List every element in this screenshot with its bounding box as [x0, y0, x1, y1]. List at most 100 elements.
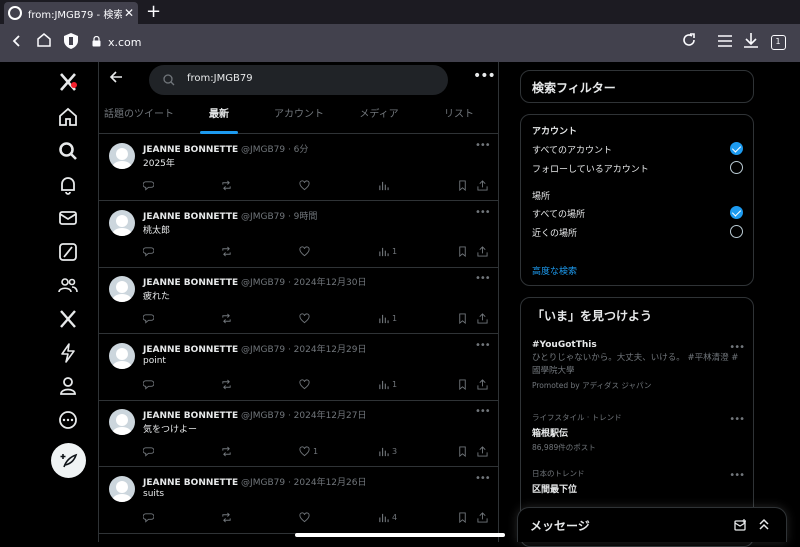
notifications-bell-icon[interactable] — [56, 173, 80, 197]
messages-mail-icon[interactable] — [56, 206, 80, 230]
tab-top[interactable]: 話題のツイート — [99, 98, 179, 133]
author-name[interactable]: JEANNE BONNETTE — [143, 345, 238, 355]
compose-post-button[interactable] — [51, 443, 86, 478]
grok-icon[interactable] — [56, 240, 80, 264]
bookmark-button[interactable] — [457, 445, 468, 457]
tweet-item[interactable]: JEANNE BONNETTE @JMGB79 · 2024年12月27日 気をつ… — [99, 401, 499, 467]
tweet-more-icon[interactable]: ••• — [475, 340, 491, 351]
like-button[interactable] — [299, 512, 310, 524]
following-accounts-label[interactable]: フォローしているアカウント — [532, 162, 649, 175]
explore-search-icon[interactable] — [56, 139, 80, 163]
tab-latest[interactable]: 最新 — [179, 98, 259, 134]
home-icon[interactable] — [33, 32, 55, 54]
tweet-time[interactable]: · 9時間 — [288, 212, 317, 222]
bookmark-button[interactable] — [457, 379, 468, 391]
reply-button[interactable] — [143, 512, 154, 524]
repost-button[interactable] — [221, 445, 232, 457]
tweet-time[interactable]: · 2024年12月26日 — [288, 478, 367, 488]
avatar[interactable] — [109, 342, 135, 369]
author-handle[interactable]: @JMGB79 — [241, 345, 285, 355]
browser-tab[interactable]: from:JMGB79 - 検索 / X ✕ — [4, 2, 138, 24]
new-message-icon[interactable] — [734, 519, 747, 531]
trend-more-icon[interactable]: ••• — [729, 342, 745, 353]
trend-more-icon[interactable]: ••• — [729, 414, 745, 425]
back-arrow-icon[interactable] — [109, 70, 123, 88]
tab-lists[interactable]: リスト — [419, 98, 499, 133]
tweet-more-icon[interactable]: ••• — [475, 140, 491, 151]
following-accounts-radio[interactable] — [730, 161, 743, 174]
like-button[interactable]: 1 — [299, 445, 318, 457]
nearby-label[interactable]: 近くの場所 — [532, 226, 577, 239]
bookmark-button[interactable] — [457, 312, 468, 324]
share-button[interactable] — [477, 445, 488, 457]
repost-button[interactable] — [221, 246, 232, 258]
back-icon[interactable] — [6, 32, 28, 54]
tweet-time[interactable]: · 6分 — [288, 145, 308, 155]
trend-item[interactable]: ライフスタイル · トレンド 箱根駅伝 86,989件のポスト ••• — [532, 412, 745, 453]
reload-icon[interactable] — [678, 32, 700, 54]
avatar[interactable] — [109, 475, 135, 502]
tweet-item[interactable]: JEANNE BONNETTE @JMGB79 · 9時間 桃太郎 ••• 1 — [99, 202, 499, 268]
views-button[interactable]: 1 — [378, 246, 397, 258]
author-handle[interactable]: @JMGB79 — [241, 145, 285, 155]
like-button[interactable] — [299, 246, 310, 258]
author-name[interactable]: JEANNE BONNETTE — [143, 145, 238, 155]
bookmark-button[interactable] — [457, 512, 468, 524]
avatar[interactable] — [109, 209, 135, 236]
share-button[interactable] — [477, 379, 488, 391]
reply-button[interactable] — [143, 179, 154, 191]
profile-icon[interactable] — [56, 374, 80, 398]
avatar[interactable] — [109, 409, 135, 435]
author-name[interactable]: JEANNE BONNETTE — [143, 411, 238, 421]
author-name[interactable]: JEANNE BONNETTE — [143, 478, 238, 488]
verified-orgs-bolt-icon[interactable] — [56, 341, 80, 365]
views-button[interactable]: 1 — [378, 379, 397, 391]
share-button[interactable] — [477, 246, 488, 258]
tab-count-button[interactable]: 1 — [767, 32, 789, 54]
trend-more-icon[interactable]: ••• — [729, 470, 745, 481]
views-button[interactable]: 3 — [378, 445, 397, 457]
all-places-label[interactable]: すべての場所 — [532, 207, 585, 220]
trend-item-promoted[interactable]: #YouGotThis ひとりじゃないから。大丈夫、いける。 #平林清澄 #國學… — [532, 340, 745, 391]
bookmark-button[interactable] — [457, 246, 468, 258]
share-button[interactable] — [477, 179, 488, 191]
more-circle-icon[interactable] — [56, 408, 80, 432]
x-logo-icon[interactable] — [56, 70, 80, 94]
bookmark-button[interactable] — [457, 179, 468, 191]
tweet-more-icon[interactable]: ••• — [475, 473, 491, 484]
messages-drawer[interactable]: メッセージ — [517, 507, 787, 542]
reply-button[interactable] — [143, 312, 154, 324]
author-name[interactable]: JEANNE BONNETTE — [143, 278, 238, 288]
repost-button[interactable] — [221, 312, 232, 324]
views-button[interactable]: 1 — [378, 312, 397, 324]
share-button[interactable] — [477, 512, 488, 524]
repost-button[interactable] — [221, 179, 232, 191]
like-button[interactable] — [299, 312, 310, 324]
tweet-time[interactable]: · 2024年12月30日 — [288, 278, 367, 288]
tweet-item[interactable]: JEANNE BONNETTE @JMGB79 · 6分 2025年 ••• — [99, 135, 499, 201]
reply-button[interactable] — [143, 246, 154, 258]
like-button[interactable] — [299, 379, 310, 391]
tweet-more-icon[interactable]: ••• — [475, 207, 491, 218]
tweet-time[interactable]: · 2024年12月29日 — [288, 345, 367, 355]
nearby-radio[interactable] — [730, 225, 743, 238]
communities-icon[interactable] — [56, 273, 80, 297]
all-accounts-label[interactable]: すべてのアカウント — [532, 143, 612, 156]
download-icon[interactable] — [740, 32, 762, 54]
author-handle[interactable]: @JMGB79 — [241, 478, 285, 488]
views-button[interactable] — [378, 179, 389, 191]
like-button[interactable] — [299, 179, 310, 191]
share-button[interactable] — [477, 312, 488, 324]
reply-button[interactable] — [143, 445, 154, 457]
tweet-time[interactable]: · 2024年12月27日 — [288, 411, 367, 421]
search-input[interactable]: from:JMGB79 — [149, 65, 448, 95]
author-handle[interactable]: @JMGB79 — [241, 278, 285, 288]
premium-x-icon[interactable] — [56, 307, 80, 331]
new-tab-button[interactable]: + — [146, 1, 161, 22]
expand-up-icon[interactable] — [758, 518, 770, 531]
home-nav-icon[interactable] — [56, 105, 80, 129]
reply-button[interactable] — [143, 379, 154, 391]
avatar[interactable] — [109, 143, 135, 169]
tab-people[interactable]: アカウント — [259, 98, 339, 133]
author-name[interactable]: JEANNE BONNETTE — [143, 212, 238, 222]
